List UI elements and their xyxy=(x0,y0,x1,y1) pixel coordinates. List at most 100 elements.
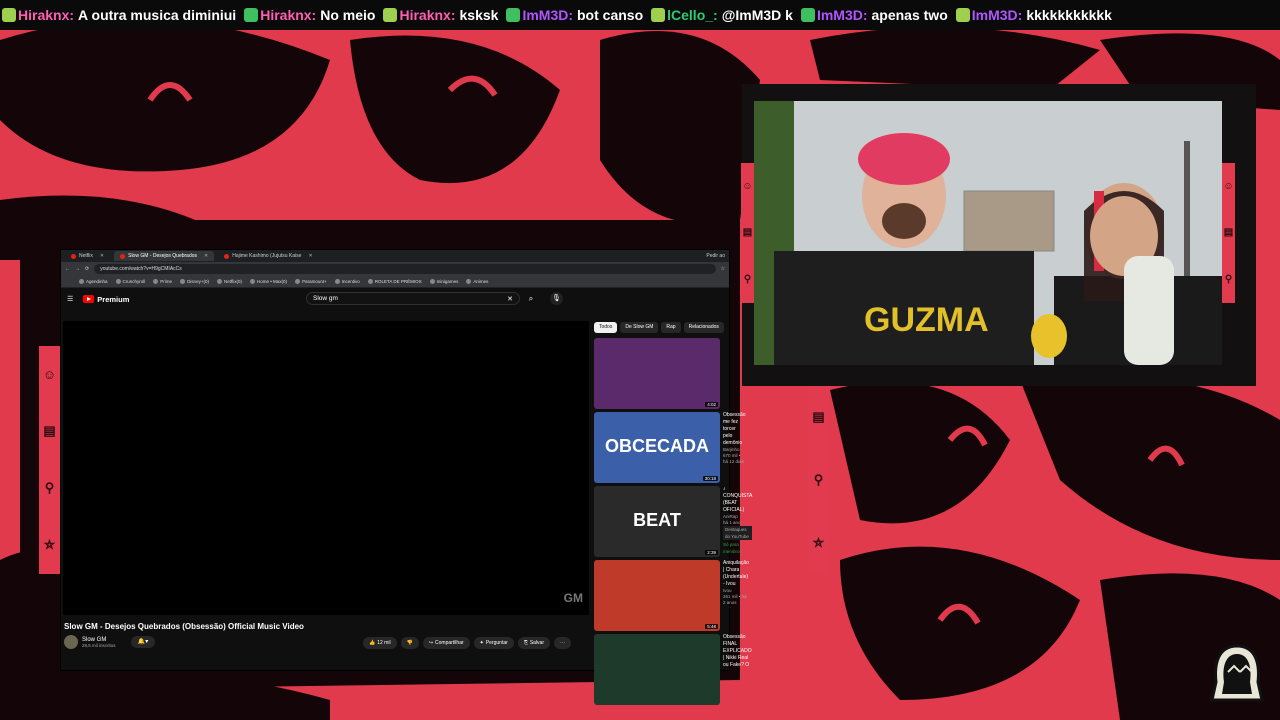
chat-message: ImM3D: apenas two xyxy=(799,0,948,30)
video-thumbnail[interactable] xyxy=(594,634,720,705)
recommendation-item[interactable]: 5:48 Aniquilação | Chara (Undertale) - Iv… xyxy=(594,560,749,631)
spoon-icon: ⚲ xyxy=(1224,274,1233,286)
bookmark-item[interactable]: Animes xyxy=(466,279,488,284)
ask-button[interactable]: ✦ Perguntar xyxy=(473,637,514,649)
spoon-icon: ⚲ xyxy=(44,480,55,496)
browser-tab[interactable]: Slow GM - Desejos Quebrados ✕ xyxy=(114,251,215,261)
recommendation-title: Obsessão FINAL EXPLICADO | Nikki Real ou… xyxy=(723,634,752,668)
notification-bell-button[interactable]: 🔔▾ xyxy=(131,636,155,648)
bookmark-label: Crunchyroll xyxy=(122,279,146,284)
filter-chip[interactable]: Todos xyxy=(594,322,618,333)
bookmark-label: Paramount+ xyxy=(302,279,327,284)
video-thumbnail[interactable]: 4:02 xyxy=(594,338,720,409)
close-icon[interactable]: ✕ xyxy=(100,253,104,259)
save-button[interactable]: ⎘ Salvar xyxy=(517,637,551,649)
channel-logo-icon xyxy=(1210,644,1264,702)
thumbnail-text: BEAT xyxy=(633,510,681,530)
browser-tab[interactable]: Netflix ✕ xyxy=(65,251,110,261)
more-button[interactable]: ⋯ xyxy=(554,637,572,649)
bookmark-item[interactable]: ROLETA DE PRÊMIOS xyxy=(367,279,422,284)
video-thumbnail[interactable]: 5:48 xyxy=(594,560,720,631)
recommendation-title: Aniquilação | Chara (Undertale) - Ivou xyxy=(723,560,749,587)
mic-icon[interactable]: 🎙 xyxy=(550,292,563,305)
tarot-card-icon: ▤ xyxy=(742,227,753,239)
bookmark-label: Netflix(0) xyxy=(223,279,242,284)
chat-username: Hiraknx: xyxy=(399,7,456,23)
recommendation-item[interactable]: BEAT 2:39 ♪ CONQUISTA (BEAT OFICIAL) AniRap… xyxy=(594,486,753,557)
bookmark-item[interactable]: Home • Max(0) xyxy=(249,279,287,284)
badge-icon xyxy=(2,8,16,22)
chat-message: ImM3D: bot canso xyxy=(504,0,643,30)
filter-chip[interactable]: De Slow GM xyxy=(620,322,659,333)
url-text: youtube.com/watch?v=H9gCMIAcCs xyxy=(100,266,182,272)
pentagram-icon: ⛤ xyxy=(813,534,824,550)
dislike-button[interactable]: 👎 xyxy=(400,637,419,649)
favicon-icon xyxy=(120,253,126,259)
url-field[interactable]: youtube.com/watch?v=H9gCMIAcCs xyxy=(94,264,716,274)
like-button[interactable]: 👍 12 mil xyxy=(363,637,397,649)
close-icon[interactable]: ✕ xyxy=(308,253,312,259)
recommendation-item[interactable]: OBCECADA 30:18 Obsessão me fez torcer pelo… xyxy=(594,412,746,483)
left-decor-strip: ☺ ▤ ⚲ ⛤ xyxy=(39,346,60,574)
bookmark-icon xyxy=(249,279,255,284)
back-icon[interactable]: ← xyxy=(65,266,70,272)
bookmark-item[interactable]: Disney+(0) xyxy=(180,279,209,284)
bookmark-icon xyxy=(466,279,472,284)
bookmark-item[interactable]: Paramount+ xyxy=(295,279,327,284)
video-duration: 5:48 xyxy=(705,624,718,629)
video-player[interactable]: GM xyxy=(63,321,589,615)
browser-tab[interactable]: Hajime Kashimo (Jujutsu Kaise ✕ xyxy=(218,251,318,261)
star-icon[interactable]: ☆ xyxy=(721,266,725,272)
share-button[interactable]: ↪ Compartilhar xyxy=(422,637,470,649)
favicon-icon xyxy=(71,253,76,259)
tab-strip: Netflix ✕ Slow GM - Desejos Quebrados ✕ Haji… xyxy=(61,250,729,262)
bookmark-icon xyxy=(334,279,340,284)
youtube-logo[interactable]: Premium xyxy=(83,295,129,304)
badge-icon xyxy=(651,8,666,22)
recommendation-meta: ♪ CONQUISTA (BEAT OFICIAL) AniRap há 1 ano… xyxy=(723,486,753,557)
chat-text: apenas two xyxy=(871,7,948,23)
chat-text: @ImM3D k xyxy=(721,7,793,23)
clear-icon[interactable]: ✕ xyxy=(507,295,513,303)
reload-icon[interactable]: ⟳ xyxy=(85,266,89,272)
recommendation-item[interactable]: Obsessão FINAL EXPLICADO | Nikki Real ou… xyxy=(594,634,752,705)
tab-right-label: Pedir ao xyxy=(706,253,725,259)
menu-icon[interactable]: ☰ xyxy=(67,295,73,303)
recommendation-title: ♪ CONQUISTA (BEAT OFICIAL) xyxy=(723,486,753,513)
cam-right-strip: ☺ ▤ ⚲ xyxy=(1222,163,1235,303)
bookmark-item[interactable]: minigames xyxy=(429,279,458,284)
smile-icon: ☺ xyxy=(42,366,57,382)
filter-chip[interactable]: Rap xyxy=(661,322,681,333)
video-thumbnail[interactable]: OBCECADA 30:18 xyxy=(594,412,720,483)
tab-label: Netflix xyxy=(79,253,93,259)
bookmark-label: Incentivo xyxy=(341,279,360,284)
bookmark-label: Agendinha xyxy=(86,279,108,284)
close-icon[interactable]: ✕ xyxy=(204,253,208,259)
chat-ticker: Hiraknx: A outra musica diminiui Hiraknx: N… xyxy=(0,0,1280,30)
video-duration: 2:39 xyxy=(705,550,718,555)
chat-username: ImM3D: xyxy=(522,7,573,23)
channel-avatar[interactable] xyxy=(64,635,78,649)
cam-left-strip: ☺ ▤ ⚲ xyxy=(741,163,754,303)
chat-text: A outra musica diminiui xyxy=(78,7,237,23)
bookmark-item[interactable]: Netflix(0) xyxy=(216,279,242,284)
bookmark-item[interactable]: Prime xyxy=(153,279,172,284)
filter-chip[interactable]: Relacionados xyxy=(683,322,724,333)
search-icon[interactable]: ⌕ xyxy=(521,292,541,305)
recommendation-stats: 261 mil • há 2 anos xyxy=(723,594,747,605)
smile-icon: ☺ xyxy=(1223,180,1234,192)
chat-message: ImM3D: kkkkkkkkkkk xyxy=(954,0,1112,30)
recommendation-item[interactable]: 4:02 xyxy=(594,338,726,409)
bookmark-item[interactable]: Incentivo xyxy=(334,279,360,284)
video-duration: 30:18 xyxy=(702,476,718,481)
search-input[interactable]: Slow gm ✕ xyxy=(306,292,520,305)
video-thumbnail[interactable]: BEAT 2:39 xyxy=(594,486,720,557)
forward-icon[interactable]: → xyxy=(75,266,80,272)
tab-label: Slow GM - Desejos Quebrados xyxy=(128,253,198,259)
badge-icon xyxy=(383,8,398,22)
bookmark-item[interactable]: Agendinha xyxy=(79,279,108,284)
bookmark-item[interactable]: Crunchyroll xyxy=(115,279,146,284)
channel-info: Slow GM 28,5 mil inscritos xyxy=(64,635,116,649)
thumbs-down-icon: 👎 xyxy=(406,640,413,646)
tarot-card-icon: ▤ xyxy=(43,422,56,438)
